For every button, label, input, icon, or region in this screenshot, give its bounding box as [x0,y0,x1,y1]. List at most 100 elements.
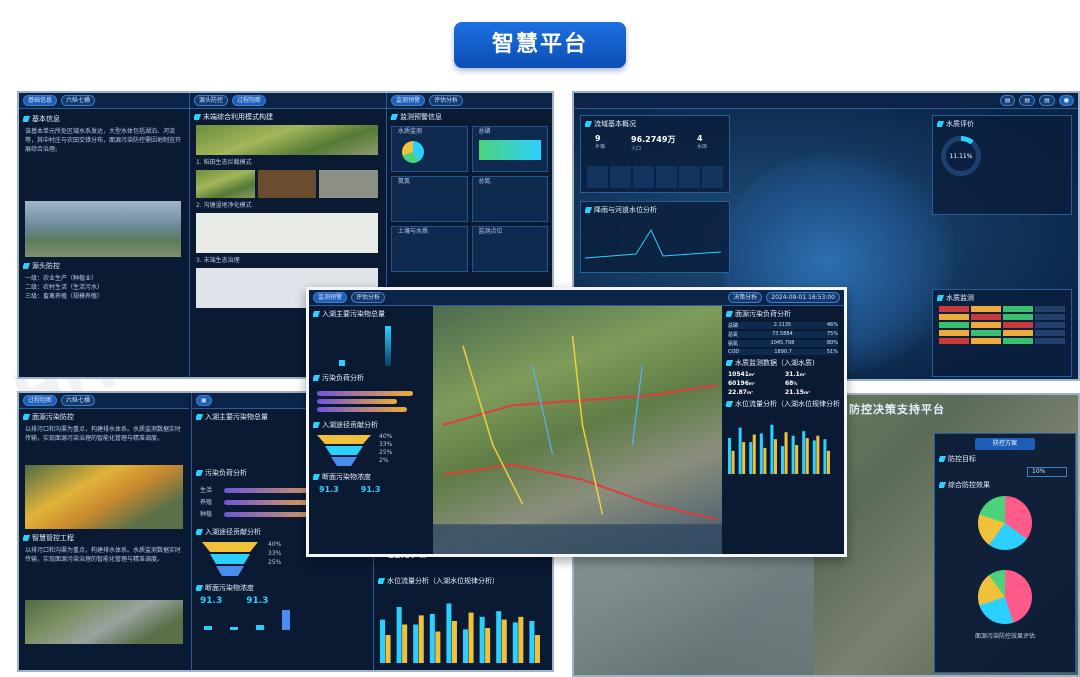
monitor-grid: 水质监测 总磷 氨氮 总氮 土壤与水质 监测点位 [391,126,548,272]
card-label: 氨氮 [398,178,411,185]
section-marker-icon [313,474,321,480]
section-title: 综合防控效果 [939,480,1071,490]
section-title: 基本信息 [23,114,183,124]
chart-bar [805,438,809,474]
bar-label: 种植 [200,511,213,518]
funnel-percent: 25% [379,449,393,456]
monitor-card: 氨氮 [391,176,468,222]
section-title: 入湖主要污染物总量 [313,309,429,319]
section-marker-icon [196,470,204,476]
card-label: 水质监测 [398,128,423,135]
chart-bar [479,616,485,663]
panel-title: 防控决策支持平台 [849,403,945,416]
tab-process[interactable]: 过程阻断 [23,395,58,406]
target-select[interactable]: 10% [1027,467,1067,477]
page-title: 智慧平台 [454,22,626,68]
chart-bar [418,615,424,663]
card-label: 土壤与水质 [398,228,429,235]
photo [257,170,317,198]
load-table: 总磷 2.1135 46% 总氮 73.5884 75% 氨氮 1045.798 80% C… [722,322,844,355]
tab-evaluate[interactable]: 评估分析 [351,292,386,303]
chart-bar [802,431,806,474]
funnel-block: 40% 33% 25% 2% [309,433,433,469]
section-title: 水位流量分析（入湖水位规律分析） [726,399,840,409]
section-title: 入湖途径贡献分析 [313,420,429,430]
tab-process-block[interactable]: 过程阻断 [232,95,267,106]
section-title: 水质评价 [937,119,1067,129]
subhead: 2. 沟塘湿地净化模式 [196,202,252,209]
section-marker-icon [23,414,31,420]
body-text: 以排污口和沟渠为重点，构建排水体系。水质监测数据实时传输，实现面源污染治理的智能… [25,547,182,563]
chart-bar [496,611,502,663]
section-marker-icon [391,114,399,120]
chart-bar [742,442,746,474]
funnel-percent: 40% [379,433,393,440]
tab-monitor[interactable]: 监测预警 [313,292,348,303]
chart-bar [518,616,524,663]
photo [319,170,379,198]
section-marker-icon [23,535,31,541]
section-marker-icon [196,529,204,535]
section-marker-icon [378,578,386,584]
tab-evaluate[interactable]: 评估分析 [429,95,464,106]
section-title: 水质监测 [937,293,1067,303]
field-diagram [196,125,378,155]
section-marker-icon [23,116,31,122]
subhead: 3. 末端生态治理 [196,257,240,264]
funnel-chart [317,435,371,466]
map-header: ▤ ▤ ▤ ● [574,93,1078,109]
user-icon[interactable]: ● [1058,95,1074,106]
chart-bar [816,435,820,474]
section-title: 断面污染物浓度 [196,583,367,593]
funnel-percent: 40% [268,541,282,548]
section-title: 末端综合利用模式构建 [194,112,380,122]
flow-chart-card: 水位流量分析（入湖水位规律分析） [374,573,552,670]
page-root: HITRC 智慧平台 基础信息 六纵七横 基本信息 该基本单元所处区域水系发达，… [0,0,1080,677]
funnel-percent-list: 40% 33% 25% 2% [379,433,392,469]
card-label: 总磷 [478,128,491,135]
rainfall-chart [584,228,722,259]
control-item: 二级：农村生活（生活污水） [25,284,104,291]
menu-item[interactable]: ▤ [999,95,1016,106]
menu-item[interactable]: ▤ [1019,95,1036,106]
funnel-percent: 2% [379,457,389,464]
chart-bar [795,445,799,474]
panel-header: 源头防控 过程阻断 [190,93,384,109]
section-marker-icon [196,414,204,420]
tab-source-control[interactable]: 源头防控 [194,95,229,106]
photo [196,170,255,198]
panel-header: 监测预警 评估分析 [387,93,552,109]
tab-decision[interactable]: 决策分析 [728,292,763,303]
monitor-card: 总氮 [471,176,548,222]
gauge-value: 68% [785,380,798,387]
menu-item[interactable]: ▤ [1039,95,1055,106]
tab-base[interactable]: ▣ [196,395,212,406]
chart-bar [385,635,391,663]
section-title: 防控目标 [939,454,1071,464]
chart-bar [402,624,408,663]
total-bars [309,322,433,370]
section-marker-icon [726,311,734,317]
3d-terrain-view[interactable] [433,306,722,554]
chart-bar [534,635,540,663]
mini-chart [478,140,541,160]
donut-caption: 面源污染防控效果评估 [974,633,1035,640]
tab-six-grid[interactable]: 六纵七横 [61,95,96,106]
tab-grid[interactable]: 六纵七横 [61,395,96,406]
section-title: 水质监测数据（入湖水质) [726,358,840,368]
tab-monitor[interactable]: 监测预警 [391,95,426,106]
village-photo [25,600,183,644]
monitor-card: 总磷 [471,126,548,172]
chart-bar [529,621,535,663]
gauge-value: 10541m³ [728,371,755,378]
concentration-value: 91.3 [360,485,381,494]
chart-bar [446,603,452,663]
chart-bar [812,440,816,474]
section-title: 智慧管控工程 [23,533,185,543]
chart-bar [451,621,457,663]
load-row: 氨氮 1045.798 80% [728,340,838,347]
gauge-grid: 10541m³ 31.1m³ 60196m³ 68% 22.87m³ 21.15… [722,371,844,396]
concentration-values: 91.3 91.3 [309,485,433,494]
chart-bar [749,442,753,474]
tab-basic-info[interactable]: 基础信息 [23,95,58,106]
